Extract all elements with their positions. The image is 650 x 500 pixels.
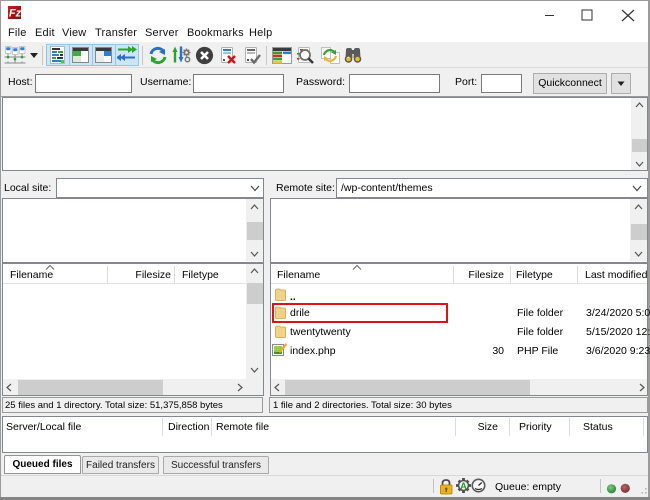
svg-text:A: A — [460, 481, 467, 491]
svg-text:Fz: Fz — [9, 8, 21, 20]
